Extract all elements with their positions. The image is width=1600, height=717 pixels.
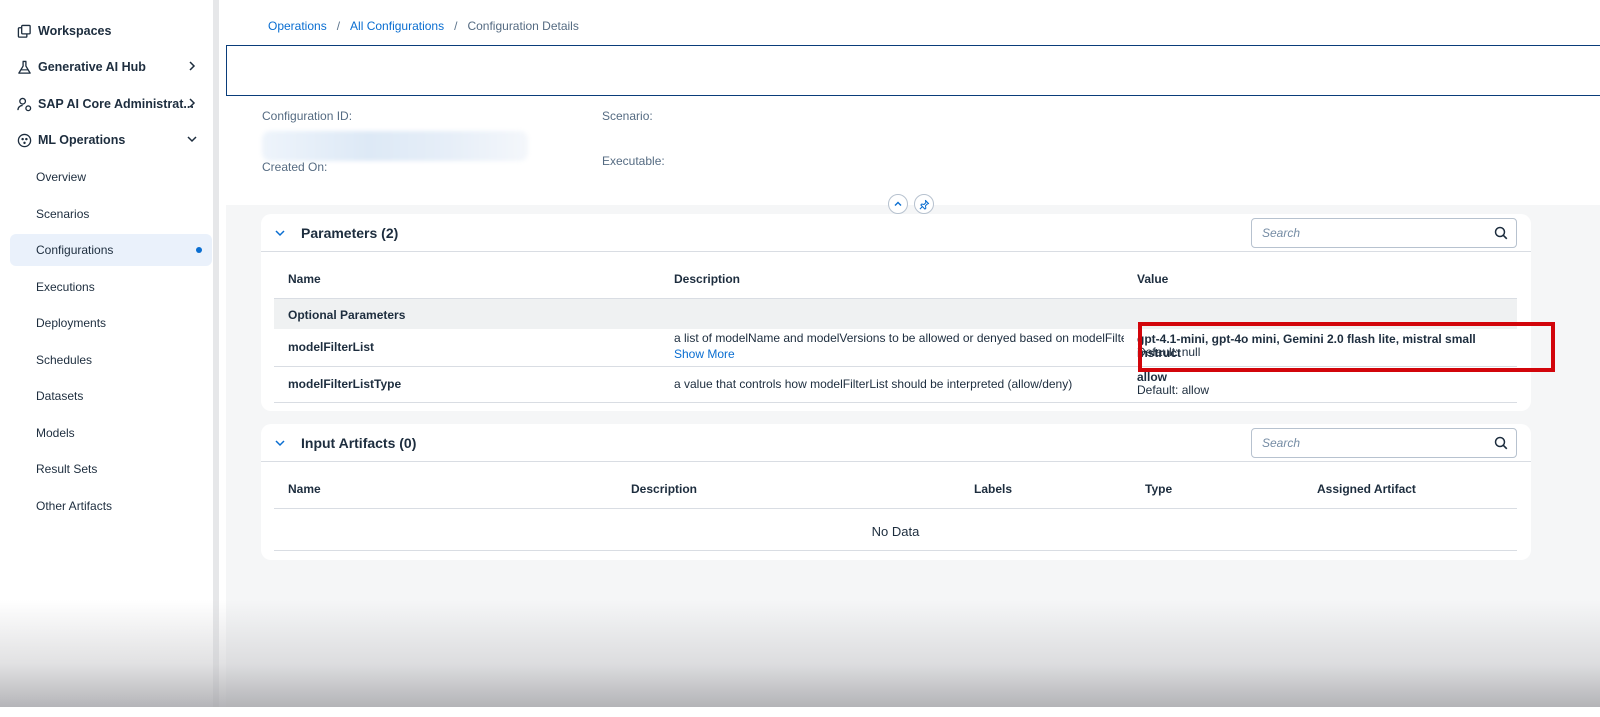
sidebar-item-label: Deployments <box>36 316 107 330</box>
sidebar-item-label: SAP AI Core Administrat... <box>38 97 194 111</box>
parameter-description: a list of modelName and modelVersions to… <box>674 331 1124 345</box>
column-header-description: Description <box>674 272 741 286</box>
divider <box>274 508 1517 509</box>
column-header-type: Type <box>1145 482 1173 496</box>
sidebar-item-label: Schedules <box>36 353 93 367</box>
search-icon[interactable] <box>1494 436 1508 450</box>
selected-indicator <box>196 247 202 253</box>
input-artifacts-title: Input Artifacts (0) <box>301 435 417 451</box>
sidebar-item-generative-ai-hub[interactable]: Generative AI Hub <box>0 49 213 85</box>
breadcrumb-separator: / <box>454 19 458 33</box>
sidebar-item-executions[interactable]: Executions <box>10 271 212 303</box>
object-header: Operations / All Configurations / Config… <box>226 0 1600 214</box>
sidebar-item-ml-operations[interactable]: ML Operations <box>0 122 213 158</box>
sidebar-item-label: Overview <box>36 170 87 184</box>
sidebar-item-label: ML Operations <box>38 133 126 147</box>
created-on-label: Created On: <box>262 160 328 174</box>
sidebar-item-datasets[interactable]: Datasets <box>10 380 212 412</box>
parameters-search-input[interactable] <box>1262 225 1482 241</box>
user-settings-icon <box>16 96 32 112</box>
input-artifacts-panel-header[interactable]: Input Artifacts (0) <box>261 424 1531 462</box>
chevron-up-icon <box>894 201 902 206</box>
sidebar-item-overview[interactable]: Overview <box>10 161 212 193</box>
pin-header-button[interactable] <box>914 194 934 214</box>
sidebar-item-label: Executions <box>36 280 95 294</box>
sidebar-item-label: Configurations <box>36 243 114 257</box>
chevron-down-icon[interactable] <box>273 226 287 240</box>
parameters-search[interactable] <box>1251 218 1517 248</box>
bottom-strip <box>0 707 1600 717</box>
column-header-description: Description <box>631 482 698 496</box>
configuration-id-label: Configuration ID: <box>262 109 353 123</box>
scenario-label: Scenario: <box>602 109 653 123</box>
sidebar-item-other-artifacts[interactable]: Other Artifacts <box>10 490 212 522</box>
sidebar-item-label: Models <box>36 426 75 440</box>
sidebar-item-label: Datasets <box>36 389 84 403</box>
configuration-id-value-redacted <box>262 131 528 161</box>
column-header-labels: Labels <box>974 482 1013 496</box>
breadcrumb-separator: / <box>336 19 341 33</box>
sidebar-item-label: Result Sets <box>36 462 98 476</box>
pin-icon <box>919 199 929 210</box>
input-artifacts-search-input[interactable] <box>1262 435 1482 451</box>
sidebar-item-ai-core-admin[interactable]: SAP AI Core Administrat... <box>0 86 213 122</box>
parameters-panel-header[interactable]: Parameters (2) <box>261 214 1531 252</box>
input-artifacts-panel: Input Artifacts (0) Name Description Lab… <box>261 424 1531 560</box>
sidebar-item-configurations[interactable]: Configurations <box>10 234 212 266</box>
divider <box>274 550 1517 551</box>
parameter-name: modelFilterListType <box>288 377 402 391</box>
flask-icon <box>16 59 32 75</box>
parameter-value: allow <box>1137 370 1168 384</box>
breadcrumb-all-configurations[interactable]: All Configurations <box>350 19 444 33</box>
column-header-assigned-artifact: Assigned Artifact <box>1317 482 1416 496</box>
header-controls <box>888 194 934 214</box>
column-header-name: Name <box>288 272 321 286</box>
group-label: Optional Parameters <box>288 308 406 322</box>
workspaces-icon <box>16 23 32 39</box>
sidebar-item-schedules[interactable]: Schedules <box>10 344 212 376</box>
executable-label: Executable: <box>602 154 665 168</box>
column-header-name: Name <box>288 482 321 496</box>
collapse-header-button[interactable] <box>888 194 908 214</box>
sidebar-item-label: Other Artifacts <box>36 499 113 513</box>
parameters-title: Parameters (2) <box>301 225 399 241</box>
sidebar-item-models[interactable]: Models <box>10 417 212 449</box>
breadcrumb: Operations / All Configurations / Config… <box>268 19 579 33</box>
parameter-description: a value that controls how modelFilterLis… <box>674 377 1073 391</box>
sidebar-item-label: Scenarios <box>36 207 90 221</box>
column-header-value: Value <box>1137 272 1169 286</box>
sidebar-item-scenarios[interactable]: Scenarios <box>10 198 212 230</box>
sidebar: Workspaces Generative AI Hub SAP AI Core… <box>0 0 219 707</box>
search-icon[interactable] <box>1494 226 1508 240</box>
chevron-down-icon[interactable] <box>185 132 199 146</box>
sidebar-item-label: Generative AI Hub <box>38 60 146 74</box>
sidebar-item-workspaces[interactable]: Workspaces <box>0 13 213 49</box>
sidebar-item-label: Workspaces <box>38 24 112 38</box>
sidebar-item-result-sets[interactable]: Result Sets <box>10 453 212 485</box>
chevron-right-icon[interactable] <box>185 59 199 73</box>
parameter-default: Default: allow <box>1137 383 1210 397</box>
chevron-down-icon[interactable] <box>273 436 287 450</box>
input-artifacts-search[interactable] <box>1251 428 1517 458</box>
show-more-link[interactable]: Show More <box>674 347 735 361</box>
breadcrumb-operations[interactable]: Operations <box>268 19 327 33</box>
no-data-text: No Data <box>871 524 920 539</box>
parameters-panel: Parameters (2) Name Description Value Op… <box>261 214 1531 411</box>
divider <box>274 402 1517 403</box>
parameter-name: modelFilterList <box>288 340 375 354</box>
chevron-right-icon[interactable] <box>185 96 199 110</box>
ml-operations-icon <box>16 132 32 148</box>
breadcrumb-current: Configuration Details <box>467 19 579 33</box>
sidebar-item-deployments[interactable]: Deployments <box>10 307 212 339</box>
page-title-bar <box>226 45 1600 96</box>
highlight-annotation-box <box>1138 322 1555 372</box>
